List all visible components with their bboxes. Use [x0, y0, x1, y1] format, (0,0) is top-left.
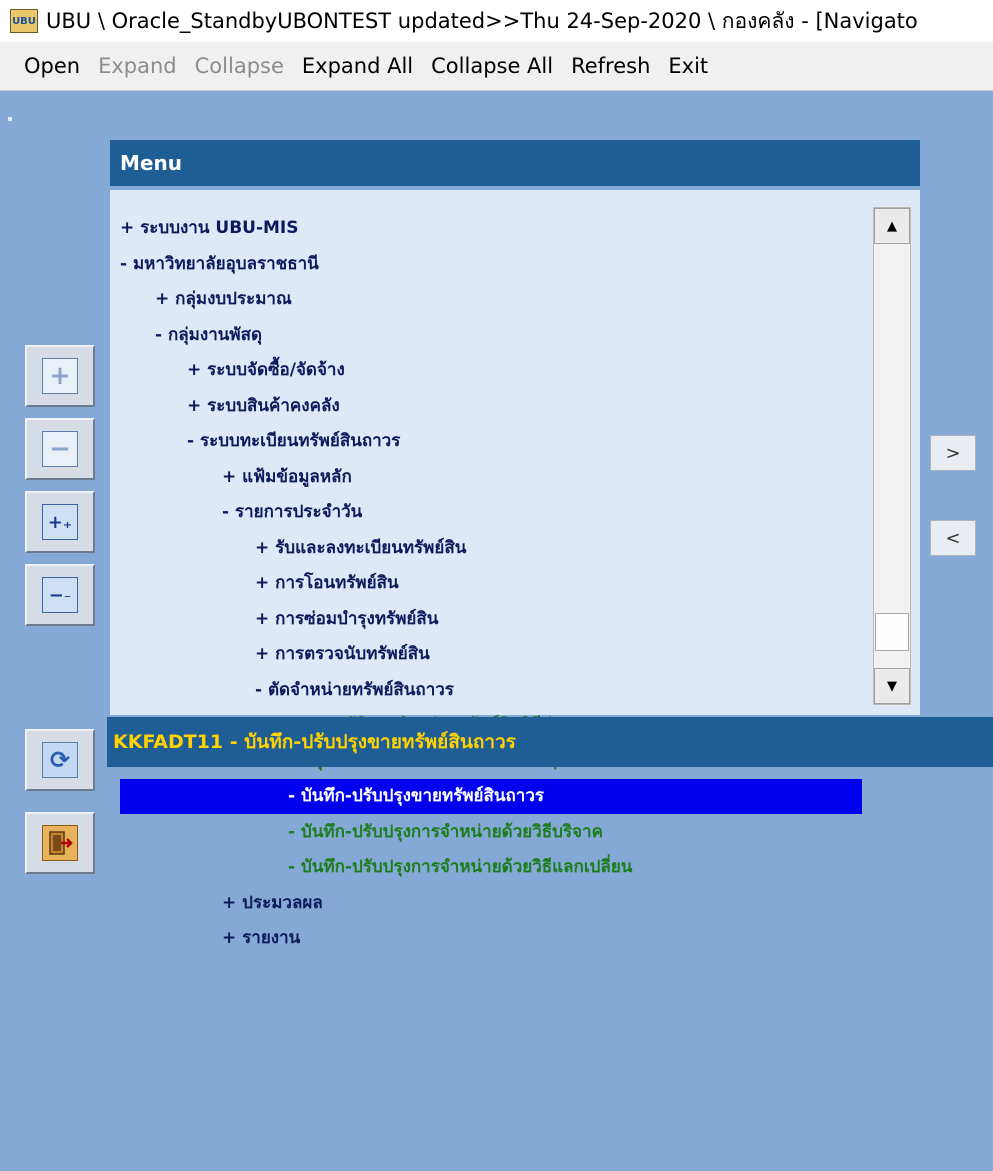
tree-leaf-item[interactable]: - บันทึก-ปรับปรุงการจำหน่ายด้วยวิธีบริจา…: [288, 815, 603, 850]
tree-item-selected[interactable]: - บันทึก-ปรับปรุงขายทรัพย์สินถาวร: [120, 779, 862, 814]
tree-node-item[interactable]: + รับและลงทะเบียนทรัพย์สิน: [255, 531, 466, 566]
tree-node-item[interactable]: + กลุ่มงบประมาณ: [155, 282, 292, 317]
status-bar: KKFADT11 - บันทึก-ปรับปรุงขายทรัพย์สินถา…: [107, 717, 993, 767]
menu-collapse-all[interactable]: Collapse All: [431, 54, 553, 78]
window-speck: [8, 117, 12, 121]
tree-node-item[interactable]: + ประมวลผล: [222, 886, 323, 921]
tree-node-item[interactable]: - มหาวิทยาลัยอุบลราชธานี: [120, 247, 319, 282]
chevron-right-icon: >: [945, 442, 961, 464]
window-titlebar: UBU UBU \ Oracle_StandbyUBONTEST updated…: [0, 0, 993, 42]
tree-node-item[interactable]: + การตรวจนับทรัพย์สิน: [255, 637, 430, 672]
tree-node-item[interactable]: - กลุ่มงานพัสดุ: [155, 318, 262, 353]
prev-button[interactable]: <: [930, 520, 976, 556]
panel-title-label: Menu: [120, 151, 182, 175]
tree-node-item[interactable]: + ระบบสินค้าคงคลัง: [187, 389, 340, 424]
window-title: UBU \ Oracle_StandbyUBONTEST updated>>Th…: [46, 8, 918, 33]
menu-expand[interactable]: Expand: [98, 54, 177, 78]
tree-node-item[interactable]: + การซ่อมบำรุงทรัพย์สิน: [255, 602, 438, 637]
tree-node-item[interactable]: - ตัดจำหน่ายทรัพย์สินถาวร: [255, 673, 454, 708]
tree-node-item[interactable]: + รายงาน: [222, 921, 300, 956]
refresh-button[interactable]: ⟳: [25, 729, 95, 791]
scroll-thumb[interactable]: [875, 612, 909, 651]
tree-node-item[interactable]: - รายการประจำวัน: [222, 495, 362, 530]
tree-leaf-item[interactable]: - บันทึก-ปรับปรุงการจำหน่ายด้วยวิธีแลกเป…: [288, 850, 632, 885]
refresh-icon: ⟳: [42, 742, 78, 778]
collapse-all-button[interactable]: − ₋: [25, 564, 95, 626]
menubar: Open Expand Collapse Expand All Collapse…: [0, 42, 993, 91]
expand-all-button[interactable]: +₊: [25, 491, 95, 553]
menu-refresh[interactable]: Refresh: [571, 54, 650, 78]
scroll-up-arrow-icon[interactable]: ▲: [874, 208, 910, 244]
menu-expand-all[interactable]: Expand All: [302, 54, 413, 78]
exit-button[interactable]: [25, 812, 95, 874]
collapse-button[interactable]: −: [25, 418, 95, 480]
chevron-left-icon: <: [945, 527, 961, 549]
tree-node-item[interactable]: + ระบบงาน UBU-MIS: [120, 211, 299, 246]
navigator-tree[interactable]: ▲ ▼ + ระบบงาน UBU-MIS - มหาวิทยาลัยอุบลรา…: [110, 190, 920, 948]
exit-door-icon: [42, 825, 78, 861]
tree-node-item[interactable]: + ระบบจัดซื้อ/จัดจ้าง: [187, 353, 345, 388]
menu-exit[interactable]: Exit: [668, 54, 708, 78]
minus-icon: −: [42, 431, 78, 467]
tree-node-item[interactable]: - ระบบทะเบียนทรัพย์สินถาวร: [187, 424, 400, 459]
panel-title: Menu: [110, 140, 920, 186]
expand-button[interactable]: +: [25, 345, 95, 407]
expand-all-icon: +₊: [42, 504, 78, 540]
collapse-all-icon: − ₋: [42, 577, 78, 613]
menu-collapse[interactable]: Collapse: [195, 54, 284, 78]
tree-node-item[interactable]: + แฟ้มข้อมูลหลัก: [222, 460, 352, 495]
tree-node-item[interactable]: + การโอนทรัพย์สิน: [255, 566, 399, 601]
vertical-scrollbar[interactable]: ▲ ▼: [873, 207, 911, 705]
status-text: KKFADT11 - บันทึก-ปรับปรุงขายทรัพย์สินถา…: [113, 731, 516, 753]
plus-icon: +: [42, 358, 78, 394]
app-icon: UBU: [10, 9, 38, 33]
scroll-down-arrow-icon[interactable]: ▼: [874, 668, 910, 704]
next-button[interactable]: >: [930, 435, 976, 471]
menu-open[interactable]: Open: [24, 54, 80, 78]
